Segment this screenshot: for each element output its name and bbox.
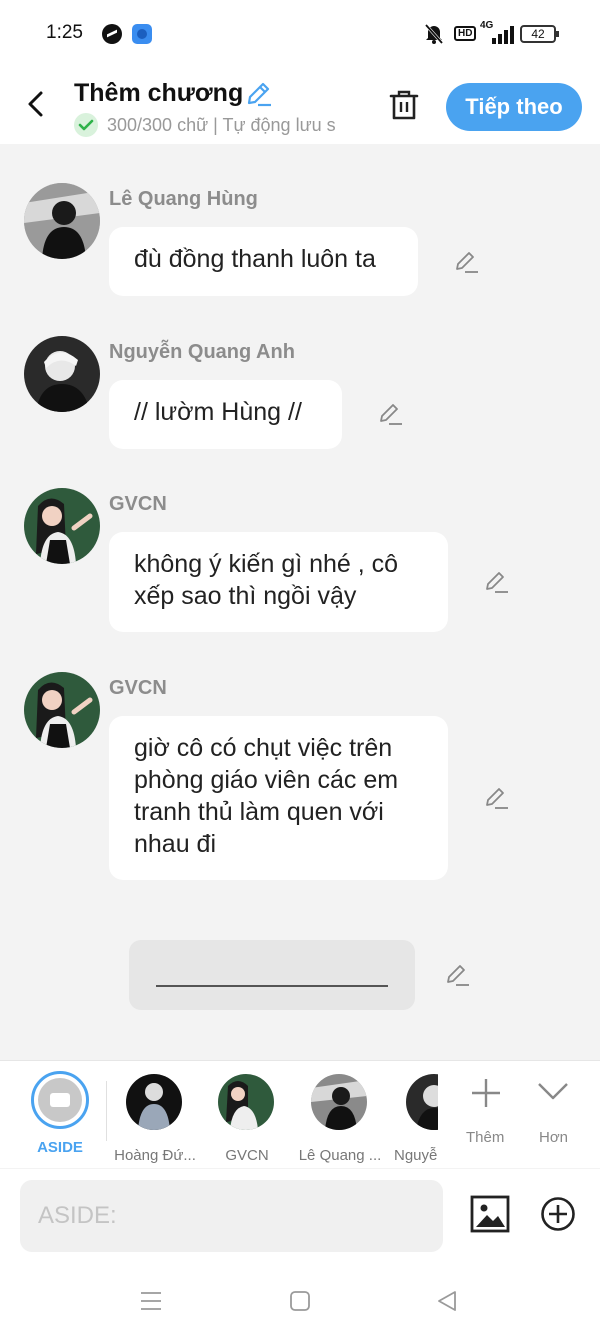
avatar-gvcn[interactable] [24, 672, 100, 748]
next-button[interactable]: Tiếp theo [446, 83, 582, 131]
message-bubble[interactable]: // lườm Hùng // [109, 380, 342, 449]
aside-bubble-empty[interactable] [129, 940, 415, 1010]
sender-name: Nguyễn Quang Anh [109, 341, 295, 363]
menu-icon[interactable] [139, 1289, 163, 1313]
message-bubble[interactable]: đù đồng thanh luôn ta [109, 227, 418, 296]
trash-icon[interactable] [388, 88, 420, 122]
page-title: Thêm chương [74, 79, 244, 107]
hd-voice-badge: HD [454, 26, 477, 41]
edit-message-icon[interactable] [453, 249, 479, 275]
messenger-icon [102, 24, 122, 44]
add-character-icon[interactable] [470, 1077, 502, 1109]
character-name: Hoàng Đứ... [114, 1147, 196, 1164]
character-avatar [126, 1074, 182, 1130]
character-avatar [311, 1074, 367, 1130]
message-bubble[interactable]: không ý kiến gì nhé , cô xếp sao thì ngồ… [109, 532, 448, 632]
back-nav-icon[interactable] [435, 1289, 459, 1313]
character-name: GVCN [225, 1147, 269, 1164]
home-icon[interactable] [288, 1289, 312, 1313]
avatar-gvcn[interactable] [24, 488, 100, 564]
aside-selector[interactable] [31, 1071, 89, 1129]
app-notification-icon [132, 24, 152, 44]
aside-icon [38, 1078, 82, 1122]
avatar-nguyen-quang-anh[interactable] [24, 336, 100, 412]
more-label[interactable]: Hơn [539, 1129, 568, 1146]
saved-check-icon [74, 113, 98, 137]
sender-name: Lê Quang Hùng [109, 188, 258, 210]
chevron-down-icon[interactable] [537, 1081, 569, 1101]
composer [0, 1169, 600, 1269]
divider [106, 1081, 107, 1141]
character-name: Nguyễ [394, 1147, 438, 1163]
character-selector: ASIDE Hoàng Đứ... GVCN Lê Quang ... Nguy… [0, 1060, 600, 1168]
edit-message-icon[interactable] [377, 401, 403, 427]
character-name: Lê Quang ... [298, 1147, 382, 1164]
character-hoang-du[interactable]: Hoàng Đứ... [112, 1071, 198, 1164]
sender-name: GVCN [109, 677, 167, 699]
sender-name: GVCN [109, 493, 167, 515]
edit-message-icon[interactable] [483, 785, 509, 811]
edit-message-icon[interactable] [444, 962, 470, 988]
muted-bell-icon [424, 24, 444, 44]
signal-icon [492, 24, 516, 44]
status-time: 1:25 [46, 22, 83, 43]
word-count-autosave: 300/300 chữ | Tự động lưu s [107, 115, 336, 135]
image-icon[interactable] [470, 1194, 510, 1234]
battery-icon: 42 [520, 25, 559, 43]
edit-title-icon[interactable] [244, 80, 272, 108]
aside-label: ASIDE [37, 1139, 83, 1156]
message-bubble[interactable]: giờ cô có chụt việc trên phòng giáo viên… [109, 716, 448, 880]
edit-message-icon[interactable] [483, 569, 509, 595]
character-avatar [406, 1074, 438, 1130]
character-nguyen[interactable]: Nguyễ [386, 1071, 438, 1163]
character-avatar [218, 1074, 274, 1130]
avatar-le-quang-hung[interactable] [24, 183, 100, 259]
add-circle-icon[interactable] [540, 1196, 576, 1232]
back-arrow-icon[interactable] [22, 90, 50, 118]
status-bar: 1:25 HD 4G 42 [0, 0, 600, 68]
top-app-bar: Thêm chương 300/300 chữ | Tự động lưu s … [0, 68, 600, 144]
add-character-label[interactable]: Thêm [466, 1129, 504, 1146]
character-gvcn[interactable]: GVCN [204, 1071, 290, 1164]
character-le-quang[interactable]: Lê Quang ... [297, 1071, 383, 1164]
system-nav-bar [0, 1269, 600, 1337]
aside-text-input[interactable] [20, 1180, 443, 1252]
